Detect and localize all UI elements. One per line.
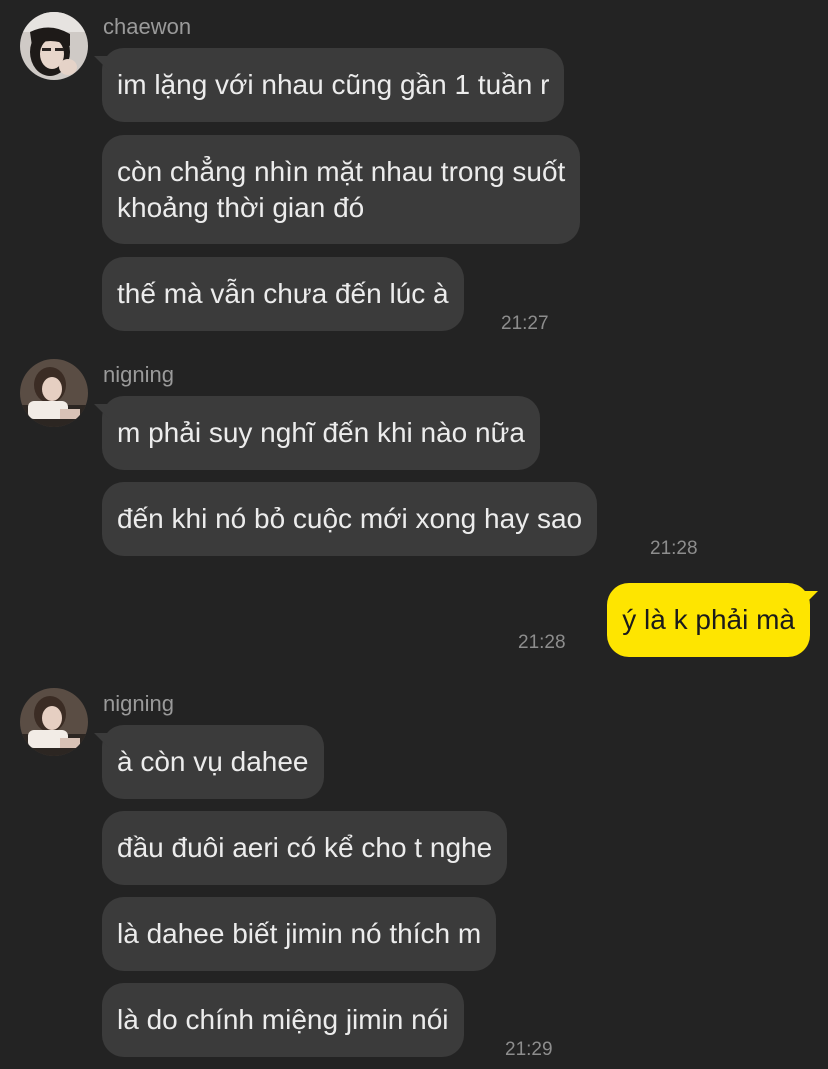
my-message-bubble[interactable]: ý là k phải mà xyxy=(607,583,818,657)
message-timestamp: 21:28 xyxy=(518,632,566,653)
message-bubble[interactable]: đầu đuôi aeri có kể cho t nghe xyxy=(102,811,508,885)
message-bubble[interactable]: là dahee biết jimin nó thích m xyxy=(102,897,497,971)
sender-name: nigning xyxy=(103,691,174,716)
message-bubble[interactable]: à còn vụ dahee xyxy=(94,725,324,799)
message-bubble[interactable]: là do chính miệng jimin nói xyxy=(102,983,464,1057)
message-text: đến khi nó bỏ cuộc mới xong hay sao xyxy=(117,503,583,534)
message-bubble[interactable]: im lặng với nhau cũng gần 1 tuần r xyxy=(93,48,565,122)
sender-name: nigning xyxy=(103,362,174,387)
message-text: khoảng thời gian đó xyxy=(117,192,365,223)
message-bubble[interactable]: thế mà vẫn chưa đến lúc à xyxy=(102,257,464,331)
message-text: à còn vụ dahee xyxy=(117,746,309,777)
message-timestamp: 21:29 xyxy=(505,1039,553,1060)
message-timestamp: 21:27 xyxy=(501,313,549,334)
message-text: m phải suy nghĩ đến khi nào nữa xyxy=(117,417,525,448)
avatar-nigning[interactable] xyxy=(20,359,88,427)
message-bubble[interactable]: đến khi nó bỏ cuộc mới xong hay sao xyxy=(102,482,598,556)
sender-name: chaewon xyxy=(103,14,192,39)
avatar-chaewon[interactable] xyxy=(20,12,88,80)
message-text: là do chính miệng jimin nói xyxy=(117,1004,449,1035)
message-text: còn chẳng nhìn mặt nhau trong suốt xyxy=(117,156,566,187)
message-text: ý là k phải mà xyxy=(622,604,795,635)
message-text: là dahee biết jimin nó thích m xyxy=(117,918,482,949)
message-bubble[interactable]: còn chẳng nhìn mặt nhau trong suốt khoản… xyxy=(102,135,581,244)
message-text: im lặng với nhau cũng gần 1 tuần r xyxy=(117,69,550,100)
avatar-nigning[interactable] xyxy=(20,688,88,756)
message-text: thế mà vẫn chưa đến lúc à xyxy=(117,278,449,309)
message-text: đầu đuôi aeri có kể cho t nghe xyxy=(117,832,493,863)
message-timestamp: 21:28 xyxy=(650,538,698,559)
message-bubble[interactable]: m phải suy nghĩ đến khi nào nữa xyxy=(94,396,540,470)
